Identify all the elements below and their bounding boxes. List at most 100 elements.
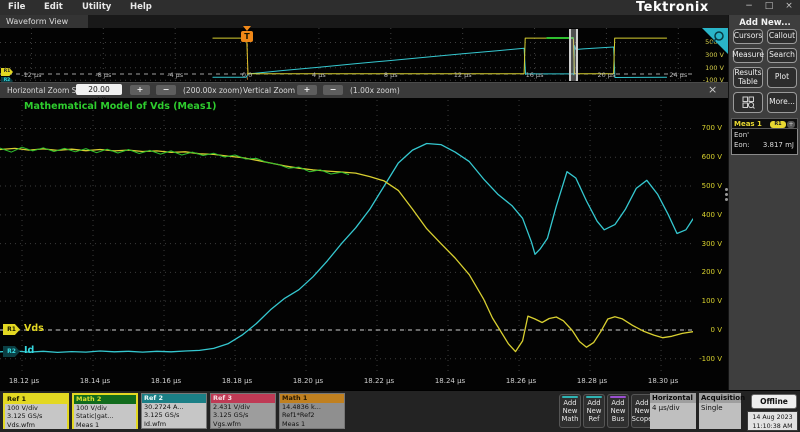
x-axis-label: 18.12 μs [2,377,46,385]
v-zoom-minus-button[interactable]: − [323,85,343,95]
stripe [610,396,626,398]
menu-file[interactable]: File [8,2,25,12]
meas1-row1-label: Eon' [734,131,749,139]
horizontal-value: 4 μs/div [650,403,696,429]
x-axis-label: 18.22 μs [357,377,401,385]
y-axis-label: 200 V [692,268,722,276]
x-axis-label: 8 μs [371,71,411,79]
badge-ref1[interactable]: Ref 1 100 V/div3.125 GS/sVds.wfm [3,393,69,429]
minimize-icon[interactable]: − [742,1,756,11]
y-axis-label: 0 V [692,326,722,334]
badge-rows: 100 V/div3.125 GS/sVds.wfm [5,404,67,429]
stripe [562,396,578,398]
id-trace-label: Id [24,345,34,356]
badge-title: Math 1 [280,394,344,403]
horizontal-settings[interactable]: Horizontal 4 μs/div [650,393,696,429]
acquisition-title: Acquisition [699,393,741,403]
offline-button[interactable]: Offline [751,394,797,409]
h-zoom-factor: (200.00x zoom) [183,86,242,95]
close-icon[interactable]: × [782,1,796,11]
meas1-values: Eon' Eon: 3.817 mJ [731,129,798,155]
vds-trace-label: Vds [24,323,44,334]
meas1-results-badge[interactable]: Meas 1 R1 + Eon' Eon: 3.817 mJ [731,118,798,155]
y-axis-label: 100 V [694,64,724,72]
x-axis-label: 18.20 μs [286,377,330,385]
trigger-marker[interactable]: T [241,31,253,42]
horizontal-zoom-scale-input[interactable]: 20.00 ns/div [76,84,122,95]
badge-rows: 14.4836 k...Ref1*Ref2Meas 1 [280,403,344,428]
menu-edit[interactable]: Edit [44,2,63,12]
badge-ref3[interactable]: Ref 3 2.431 V/div3.125 GS/sVgs.wfm [210,393,276,429]
restore-icon[interactable]: □ [762,1,776,11]
badge-title: Ref 1 [5,395,67,404]
menu-help[interactable]: Help [130,2,152,12]
x-axis-label: -4 μs [155,71,195,79]
main-y-axis: 700 V600 V500 V400 V300 V200 V100 V0 V-1… [694,100,726,374]
badge-rows: 30.2724 A...3.125 GS/sId.wfm [142,403,206,428]
add-new-ref-button[interactable]: Add New Ref [583,394,605,428]
plot-button[interactable]: Plot [767,67,797,88]
y-axis-label: 300 V [692,240,722,248]
meas1-row2-label: Eon: [734,141,750,149]
overview-zoom-icon[interactable] [702,28,728,54]
badge-math2[interactable]: Math 2 100 V/divStatic|gat...Meas 1 [72,393,138,429]
x-axis-label: -12 μs [11,71,51,79]
add-new-bus-button[interactable]: Add New Bus [607,394,629,428]
time-text: 11:10:38 AM [748,422,797,431]
badge-rows: 100 V/divStatic|gat...Meas 1 [74,404,136,429]
results-table-button[interactable]: Results Table [733,67,763,88]
meas1-title: Meas 1 [734,120,762,128]
x-axis-label: 18.18 μs [215,377,259,385]
y-axis-label: 700 V [692,124,722,132]
badge-rows: 2.431 V/div3.125 GS/sVgs.wfm [211,403,275,428]
measure-button[interactable]: Measure [733,48,763,63]
meas1-source-badge: R1 [770,121,786,128]
tektronix-logo: Tektronix [636,0,709,15]
menu-utility[interactable]: Utility [82,2,111,12]
horizontal-title: Horizontal [650,393,696,403]
v-zoom-plus-button[interactable]: + [297,85,317,95]
search-button[interactable]: Search [767,48,797,63]
zoom-overview-button[interactable] [733,92,763,113]
add-new-math-button[interactable]: Add New Math [559,394,581,428]
callout-button[interactable]: Callout [767,29,797,44]
main-x-axis: 18.12 μs18.14 μs18.16 μs18.18 μs18.20 μs… [0,374,693,390]
meas1-row2-value: 3.817 mJ [763,141,794,149]
tab-waveform-view[interactable]: Waveform View [0,15,88,28]
right-panel: Add New... Cursors Callout Measure Searc… [728,15,800,390]
x-axis-label: 24 μs [658,71,698,79]
trigger-line [247,39,248,80]
zoom-bar-close-icon[interactable]: × [708,83,717,96]
cursors-button[interactable]: Cursors [733,29,763,44]
badge-math1[interactable]: Math 1 14.4836 k...Ref1*Ref2Meas 1 [279,393,345,429]
trace-vds-ref-1- [0,148,693,351]
y-axis-label: 600 V [692,153,722,161]
trace-id-ref-2- [0,144,693,353]
badge-ref2[interactable]: Ref 2 30.2724 A...3.125 GS/sId.wfm [141,393,207,429]
settings-bar: Ref 1 100 V/div3.125 GS/sVds.wfm Math 2 … [0,390,800,432]
x-axis-label: 18.26 μs [499,377,543,385]
x-axis-label: 18.24 μs [428,377,472,385]
h-zoom-plus-button[interactable]: + [130,85,150,95]
x-axis-label: 18.14 μs [73,377,117,385]
h-zoom-minus-button[interactable]: − [156,85,176,95]
meas1-header: Meas 1 R1 + [731,118,798,129]
acquisition-settings[interactable]: Acquisition Single [699,393,741,429]
x-axis-label: 20 μs [586,71,626,79]
main-waveform-plot [0,100,693,374]
x-axis-label: 18.28 μs [570,377,614,385]
tab-strip [0,15,728,28]
more-button[interactable]: More... [767,92,797,113]
trace-mathematical-model-of-vds-meas1- [0,147,349,174]
screen-grid-icon [742,96,755,109]
meas1-annotation: Mathematical Model of Vds (Meas1) [24,101,216,112]
zoom-window-handle[interactable] [569,29,578,81]
y-axis-label: -100 V [692,355,722,363]
overview-x-axis: -12 μs-8 μs-4 μs0.04 μs8 μs12 μs16 μs20 … [0,71,695,81]
x-axis-label: 18.30 μs [641,377,685,385]
y-axis-label: 500 V [692,182,722,190]
meas1-expand-icon[interactable]: + [787,121,795,128]
y-axis-label: 400 V [692,211,722,219]
stripe [586,396,602,398]
x-axis-label: -8 μs [83,71,123,79]
